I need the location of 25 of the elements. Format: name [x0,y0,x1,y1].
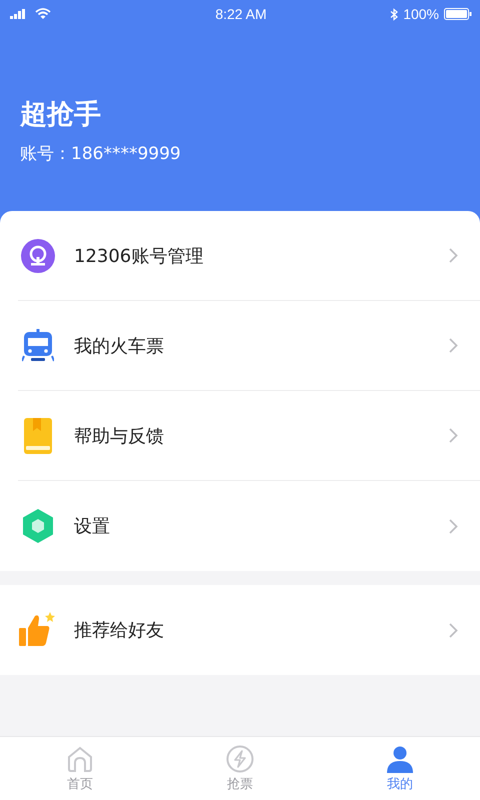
chevron-right-icon [449,518,458,534]
chevron-right-icon [449,338,458,353]
user-name: 超抢手 [20,98,102,132]
tab-item[interactable]: 我的 [320,737,480,800]
account-number: 账号：186****9999 [20,143,182,165]
chevron-right-icon [449,248,458,263]
wifi-icon [35,8,51,20]
lightning-icon [226,744,254,772]
bluetooth-icon [390,8,398,20]
menu-item[interactable]: 12306账号管理 [18,211,480,301]
person-icon [386,744,414,772]
thumbs-up-icon [19,612,57,648]
home-icon [66,744,94,772]
train-icon [22,328,54,362]
battery-icon [444,8,472,20]
status-time: 8:22 AM [215,6,267,22]
rail-logo-icon [21,238,55,272]
battery-percent: 100% [403,6,439,22]
chevron-right-icon [449,622,458,638]
hexagon-icon [22,509,54,543]
chevron-right-icon [449,428,458,443]
menu-item[interactable]: 我的火车票 [18,301,480,391]
menu-item[interactable]: 设置 [18,481,480,571]
book-icon [24,418,52,454]
menu-item[interactable]: 帮助与反馈 [18,391,480,481]
